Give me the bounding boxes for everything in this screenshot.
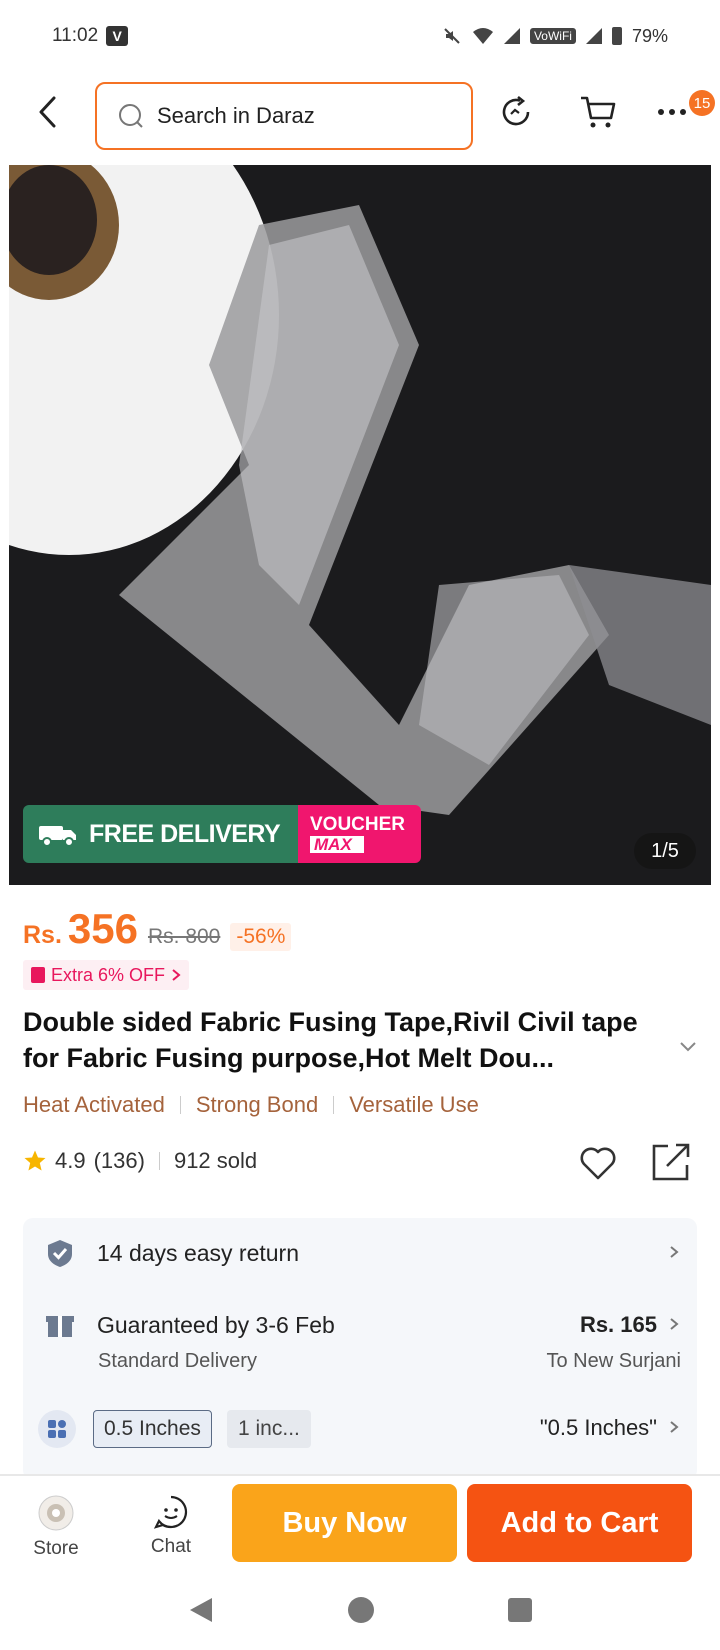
battery-percent: 79%	[631, 25, 668, 46]
variant-option-selected[interactable]: 0.5 Inches	[93, 1410, 212, 1448]
price-original: Rs. 800	[147, 925, 221, 948]
chevron-right-icon	[670, 1246, 679, 1258]
rating-separator	[158, 1152, 160, 1170]
delivery-guarantee-text: Guaranteed by 3-6 Feb	[97, 1312, 335, 1338]
chevron-right-icon	[172, 969, 181, 981]
feature-separator	[179, 1096, 181, 1114]
delivery-type-text: Standard Delivery	[98, 1350, 257, 1372]
return-policy-text: 14 days easy return	[97, 1240, 300, 1266]
system-navigation-bar	[0, 1570, 720, 1650]
price-current: 356	[67, 905, 138, 952]
chat-button[interactable]: Chat	[136, 1494, 206, 1558]
image-pager: 1/5	[634, 833, 696, 869]
status-time: 11:02	[52, 25, 99, 46]
back-triangle-icon[interactable]	[186, 1595, 216, 1625]
mute-icon	[444, 28, 460, 44]
add-to-cart-button[interactable]: Add to Cart	[467, 1484, 692, 1562]
free-delivery-text: FREE DELIVERY	[89, 819, 281, 848]
extra-offer-tag[interactable]: Extra 6% OFF	[23, 960, 190, 990]
voucher-max-text: MAX	[310, 836, 364, 853]
carrier-badge: V	[106, 26, 129, 46]
chat-label: Chat	[150, 1536, 192, 1557]
store-button[interactable]: Store	[21, 1494, 91, 1560]
voucher-text: VOUCHER	[310, 814, 406, 835]
chat-icon	[153, 1495, 188, 1529]
chevron-right-icon	[670, 1318, 679, 1330]
home-circle-icon[interactable]	[346, 1595, 376, 1625]
voucher-icon	[31, 967, 45, 983]
free-delivery-badge: FREE DELIVERY	[23, 805, 298, 863]
refresh-icon	[502, 95, 530, 126]
discount-badge: -56%	[230, 923, 292, 951]
variant-options: 0.5 Inches 1 inc...	[93, 1410, 473, 1450]
store-label: Store	[33, 1538, 79, 1559]
battery-icon	[611, 27, 622, 45]
delivery-fee: Rs. 165	[579, 1312, 657, 1337]
review-count: (136)	[93, 1148, 145, 1173]
status-left: 11:02 V	[52, 25, 129, 47]
sold-count: 912 sold	[173, 1148, 258, 1173]
bottom-action-bar: Store Chat Buy Now Add to Cart	[0, 1476, 720, 1566]
return-policy-row[interactable]: 14 days easy return	[23, 1218, 697, 1286]
price-currency: Rs.	[23, 921, 62, 949]
vowifi-label: VoWiFi	[529, 28, 576, 44]
cart-icon	[581, 96, 616, 128]
price-row: Rs. 356 Rs. 800 -56%	[23, 905, 292, 955]
delivery-location: To New Surjani	[546, 1350, 681, 1372]
back-button[interactable]	[28, 90, 68, 134]
feature-tag: Versatile Use	[349, 1092, 479, 1117]
feature-tags: Heat Activated Strong Bond Versatile Use	[23, 1092, 479, 1118]
wishlist-heart-icon[interactable]	[578, 1143, 618, 1183]
status-bar: 11:02 V VoWiFi 79%	[0, 0, 720, 72]
delivery-info-card: 14 days easy return Guaranteed by 3-6 Fe…	[23, 1218, 697, 1480]
recents-square-icon[interactable]	[506, 1596, 534, 1624]
search-placeholder: Search in Daraz	[157, 103, 315, 128]
wifi-icon	[472, 28, 493, 44]
notification-badge: 15	[689, 90, 715, 116]
signal-icon	[503, 28, 520, 44]
feature-tag: Strong Bond	[195, 1092, 319, 1117]
back-arrow-icon	[39, 96, 56, 128]
product-image-gallery[interactable]: FREE DELIVERY VOUCHER MAX 1/5	[9, 165, 711, 885]
signal-icon-2	[585, 28, 602, 44]
cart-button[interactable]	[576, 90, 620, 134]
more-icon	[658, 109, 686, 115]
free-delivery-voucher-banner: FREE DELIVERY VOUCHER MAX	[23, 805, 421, 863]
store-avatar-icon	[38, 1495, 74, 1531]
rating-row[interactable]: 4.9 (136) 912 sold	[23, 1148, 257, 1174]
variant-row[interactable]: 0.5 Inches 1 inc... "0.5 Inches"	[23, 1400, 697, 1480]
status-right: VoWiFi 79%	[442, 26, 668, 47]
delivery-row[interactable]: Guaranteed by 3-6 Feb Standard Delivery …	[23, 1286, 697, 1396]
variant-grid-icon	[38, 1410, 76, 1448]
voucher-max-badge: VOUCHER MAX	[298, 805, 421, 863]
shield-check-icon	[48, 1240, 72, 1267]
gift-box-icon	[46, 1316, 74, 1337]
feature-separator	[333, 1096, 335, 1114]
product-title: Double sided Fabric Fusing Tape,Rivil Ci…	[23, 1007, 638, 1073]
search-icon	[119, 104, 143, 128]
star-icon	[24, 1150, 46, 1171]
selected-variant-text: "0.5 Inches"	[539, 1415, 657, 1440]
rating-value: 4.9	[55, 1148, 86, 1173]
product-photo	[9, 165, 711, 885]
top-header: Search in Daraz	[0, 78, 720, 150]
buy-now-button[interactable]: Buy Now	[232, 1484, 457, 1562]
more-button[interactable]	[650, 90, 694, 134]
extra-offer-text: Extra 6% OFF	[51, 964, 166, 985]
feature-tag: Heat Activated	[23, 1092, 165, 1117]
expand-title-icon[interactable]	[677, 1035, 699, 1057]
delivery-truck-icon	[39, 826, 76, 847]
chevron-right-icon	[670, 1421, 679, 1433]
search-input[interactable]: Search in Daraz	[95, 82, 473, 150]
share-refresh-button[interactable]	[494, 90, 538, 134]
share-icon[interactable]	[650, 1141, 692, 1183]
variant-option[interactable]: 1 inc...	[227, 1410, 311, 1448]
